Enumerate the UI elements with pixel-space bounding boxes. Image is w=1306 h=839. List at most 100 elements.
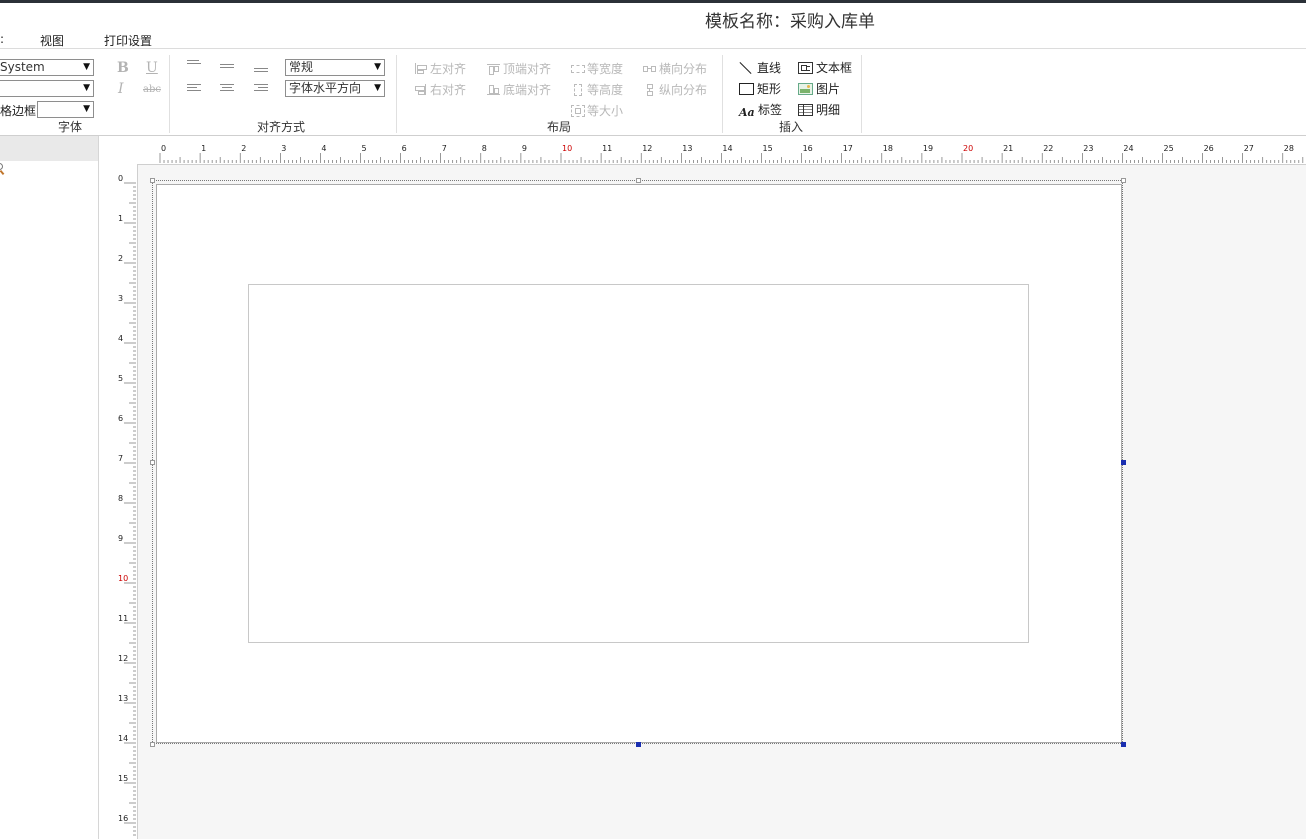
insert-rect-label: 矩形 (757, 82, 782, 96)
ruler-v-label: 3 (118, 294, 123, 303)
search-icon[interactable] (0, 163, 5, 176)
ruler-h-label: 22 (1043, 144, 1053, 153)
same-size-button[interactable]: 等大小 (571, 102, 623, 119)
align-top-objects-button[interactable]: 顶端对齐 (487, 60, 551, 77)
ruler-h-label: 10 (562, 144, 572, 153)
text-direction-value: 字体水平方向 (289, 81, 362, 95)
align-bottom-objects-button[interactable]: 底端对齐 (487, 81, 551, 98)
font-name-select[interactable]: System ▼ (0, 59, 94, 76)
same-size-label: 等大小 (587, 104, 624, 118)
align-bottom-icon[interactable] (254, 68, 268, 78)
align-right-objects-label: 右对齐 (430, 83, 467, 97)
resize-handle-bl[interactable] (150, 742, 155, 747)
resize-handle-br[interactable] (1121, 742, 1126, 747)
ruler-v-label: 15 (118, 774, 128, 783)
ruler-h-label: 28 (1284, 144, 1294, 153)
align-middle-icon[interactable] (220, 64, 234, 74)
resize-handle-tr[interactable] (1121, 178, 1126, 183)
insert-textbox-label: 文本框 (816, 61, 853, 75)
align-left-objects-button[interactable]: 左对齐 (414, 60, 466, 77)
ruler-h-label: 15 (763, 144, 773, 153)
resize-handle-tl[interactable] (150, 178, 155, 183)
ruler-h-label: 27 (1244, 144, 1254, 153)
ruler-h-label: 21 (1003, 144, 1013, 153)
text-style-value: 常规 (289, 60, 314, 74)
same-height-button[interactable]: 等高度 (571, 81, 623, 98)
align-bottom-objects-icon (487, 84, 501, 95)
ruler-h-label: 8 (482, 144, 487, 153)
vertical-ruler-scale: 012345678910111213141516 (118, 174, 136, 836)
ruler-h-label: 5 (362, 144, 367, 153)
insert-label-label: 标签 (758, 103, 783, 117)
text-style-select[interactable]: 常规 ▼ (285, 59, 385, 76)
text-direction-select[interactable]: 字体水平方向 ▼ (285, 80, 385, 97)
resize-handle-r[interactable] (1121, 460, 1126, 465)
insert-label-button[interactable]: Aa 标签 (739, 101, 783, 119)
italic-button[interactable]: I (118, 81, 124, 97)
ruler-v-label: 16 (118, 814, 128, 823)
align-left-icon[interactable] (187, 84, 201, 94)
distribute-horizontal-button[interactable]: 横向分布 (643, 60, 707, 77)
ruler-v-label: 10 (118, 574, 128, 583)
align-right-icon[interactable] (254, 84, 268, 94)
distribute-vertical-button[interactable]: 纵向分布 (643, 81, 707, 98)
insert-line-button[interactable]: 直线 (739, 59, 781, 76)
report-body-region[interactable] (248, 284, 1029, 643)
ruler-v-label: 9 (118, 534, 123, 543)
border-select[interactable]: ▼ (37, 101, 94, 118)
resize-handle-b[interactable] (636, 742, 641, 747)
template-title: 模板名称：采购入库单 (705, 12, 875, 32)
menu-item-partial[interactable]: : (0, 32, 4, 46)
ruler-h-label: 9 (522, 144, 527, 153)
ruler-v-label: 7 (118, 454, 123, 463)
resize-handle-t[interactable] (636, 178, 641, 183)
ruler-v-label: 4 (118, 334, 123, 343)
align-center-icon[interactable] (220, 84, 234, 94)
ruler-corner (99, 136, 138, 165)
font-name-value: System (0, 60, 45, 74)
align-top-objects-label: 顶端对齐 (503, 62, 552, 76)
align-top-icon[interactable] (187, 60, 201, 70)
ribbon-toolbar: System ▼ ▼ 格边框 ▼ B U I abc 字体 常规 ▼ 字体水平方… (0, 49, 1306, 136)
title-bar: 模板名称：采购入库单 (0, 3, 1306, 32)
ruler-h-label: 11 (602, 144, 612, 153)
ruler-v-label: 6 (118, 414, 123, 423)
vertical-ruler: 0 1 2 3 4 5 6 7 8 9 10 11 12 13 14 15 16 (99, 164, 138, 839)
same-width-icon (571, 63, 585, 74)
insert-image-button[interactable]: 图片 (798, 80, 840, 97)
ruler-h-label: 1 (201, 144, 206, 153)
ruler-h-label: 14 (722, 144, 732, 153)
ruler-h-label: 0 (161, 144, 166, 153)
align-left-objects-icon (414, 63, 428, 74)
ruler-v-label: 2 (118, 254, 123, 263)
same-width-button[interactable]: 等宽度 (571, 60, 623, 77)
group-divider (396, 55, 397, 133)
ruler-h-label: 18 (883, 144, 893, 153)
distribute-horizontal-label: 横向分布 (659, 62, 708, 76)
image-icon (798, 83, 813, 95)
bold-button[interactable]: B (117, 60, 129, 76)
underline-button[interactable]: U (146, 60, 158, 76)
ruler-v-label: 12 (118, 654, 128, 663)
insert-textbox-button[interactable]: 文本框 (798, 59, 852, 76)
ruler-h-label: 6 (402, 144, 407, 153)
strikethrough-button[interactable]: abc (143, 84, 161, 95)
chevron-down-icon: ▼ (374, 62, 381, 72)
ruler-h-label: 19 (923, 144, 933, 153)
same-size-icon (571, 105, 585, 117)
menu-item-view[interactable]: 视图 (40, 32, 64, 49)
insert-detail-button[interactable]: 明细 (798, 101, 840, 118)
chevron-down-icon: ▼ (83, 62, 90, 72)
horizontal-ruler-scale: 0 1 2 3 4 5 6 7 8 9 10 11 12 13 14 15 16 17 18 19 20 21 22 23 24… (159, 144, 1304, 163)
menu-bar: : 视图 打印设置 (0, 30, 1306, 49)
font-size-select[interactable]: ▼ (0, 80, 94, 97)
align-group-label: 对齐方式 (257, 120, 306, 134)
align-right-objects-button[interactable]: 右对齐 (414, 81, 466, 98)
table-icon (798, 104, 813, 116)
menu-item-print-settings[interactable]: 打印设置 (104, 32, 152, 49)
resize-handle-l[interactable] (150, 460, 155, 465)
ruler-h-label: 7 (442, 144, 447, 153)
insert-rect-button[interactable]: 矩形 (739, 80, 781, 97)
rectangle-icon (739, 83, 754, 95)
ruler-v-label: 11 (118, 614, 128, 623)
